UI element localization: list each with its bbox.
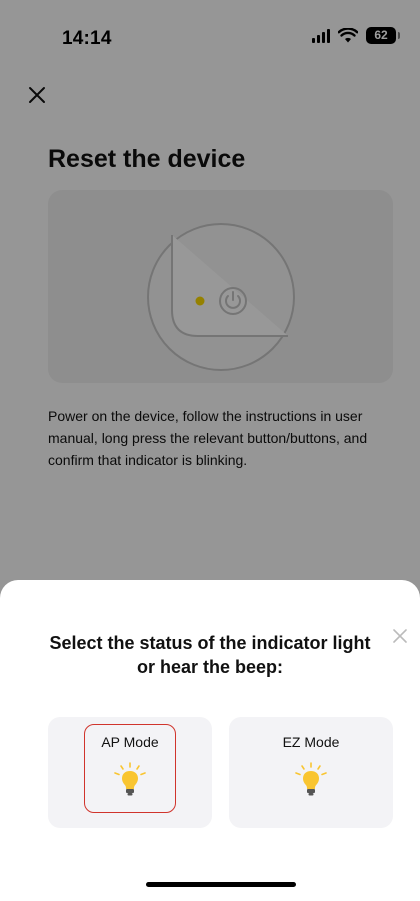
- sheet-title: Select the status of the indicator light…: [49, 633, 371, 677]
- sheet-close-icon[interactable]: [391, 627, 409, 645]
- home-indicator[interactable]: [146, 882, 296, 887]
- ez-mode-label: EZ Mode: [282, 734, 340, 750]
- lightbulb-icon: [291, 759, 331, 799]
- ez-mode-option[interactable]: EZ Mode: [229, 717, 393, 828]
- ap-mode-selected-highlight: [84, 724, 176, 813]
